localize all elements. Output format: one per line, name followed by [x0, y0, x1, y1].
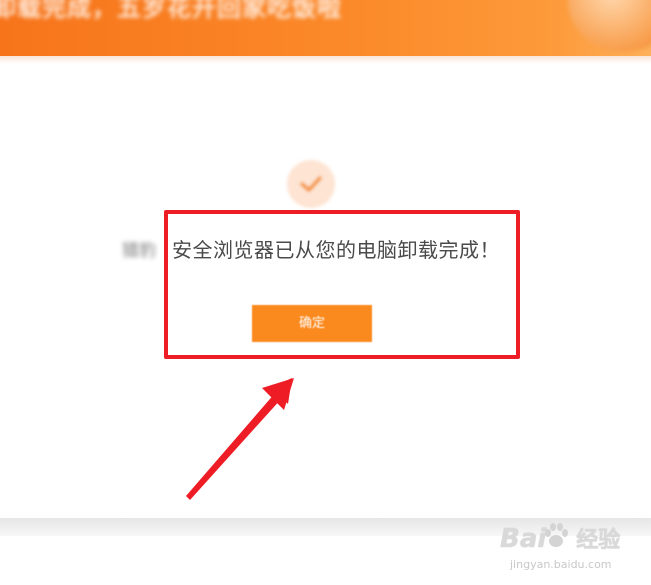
header-banner: 卸载完成，五岁花开回家吃饭啦 — [0, 0, 651, 56]
uninstall-complete-message: 安全浏览器已从您的电脑卸载完成！ — [172, 238, 500, 262]
blurred-browser-name: 猎豹 — [122, 241, 156, 261]
baidu-watermark: Bai 经验 jingyan.baidu.com — [496, 518, 646, 580]
confirm-button[interactable]: 确定 — [252, 305, 372, 342]
watermark-url: jingyan.baidu.com — [510, 558, 612, 571]
baidu-paw-icon — [545, 523, 568, 547]
check-icon — [287, 160, 335, 208]
header-shadow — [0, 56, 651, 64]
header-title: 卸载完成，五岁花开回家吃饭啦 — [0, 0, 342, 22]
decorative-circle — [568, 0, 651, 52]
annotation-arrow-icon — [186, 378, 294, 500]
check-mark-icon — [300, 176, 322, 192]
uninstall-complete-page: 卸载完成，五岁花开回家吃饭啦 猎豹 安全浏览器已从您的电脑卸载完成！ 确定 Ba… — [0, 0, 651, 585]
